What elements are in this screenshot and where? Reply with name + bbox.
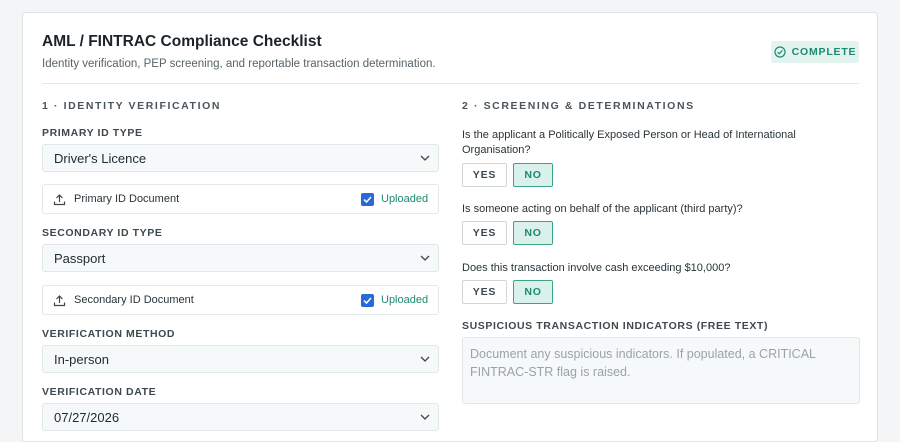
third-party-question: Is someone acting on behalf of the appli… — [462, 203, 743, 215]
secondary-id-label: SECONDARY ID TYPE — [42, 227, 163, 239]
indicators-label: SUSPICIOUS TRANSACTION INDICATORS (FREE … — [462, 320, 769, 332]
pep-yes-button[interactable]: YES — [462, 163, 507, 187]
chevron-down-icon — [420, 155, 430, 161]
status-badge-label: COMPLETE — [791, 46, 857, 58]
secondary-doc-status: Uploaded — [381, 294, 429, 306]
secondary-id-select[interactable]: Passport — [42, 244, 439, 272]
verification-date-select[interactable]: 07/27/2026 — [42, 403, 439, 431]
upload-icon — [53, 295, 66, 307]
cash-question: Does this transaction involve cash excee… — [462, 262, 731, 274]
primary-id-document-upload[interactable]: Primary ID Document Uploaded — [42, 184, 439, 214]
secondary-id-value: Passport — [54, 250, 106, 266]
third-party-toggle: YES NO — [462, 221, 553, 245]
verification-method-label: VERIFICATION METHOD — [42, 328, 176, 340]
primary-id-value: Driver's Licence — [54, 150, 147, 166]
section-title-identity: 1 · IDENTITY VERIFICATION — [42, 100, 222, 112]
page-subtitle: Identity verification, PEP screening, an… — [42, 58, 436, 70]
checkbox-checked-icon[interactable] — [361, 294, 374, 307]
primary-id-label: PRIMARY ID TYPE — [42, 127, 143, 139]
third-party-no-button[interactable]: NO — [513, 221, 553, 245]
cash-yes-button[interactable]: YES — [462, 280, 507, 304]
verification-date-value: 07/27/2026 — [54, 409, 120, 425]
check-circle-icon — [774, 46, 786, 58]
secondary-id-document-upload[interactable]: Secondary ID Document Uploaded — [42, 285, 439, 315]
indicators-textarea[interactable]: Document any suspicious indicators. If p… — [462, 337, 860, 404]
verification-date-label: VERIFICATION DATE — [42, 386, 157, 398]
checkbox-checked-icon[interactable] — [361, 193, 374, 206]
chevron-down-icon — [420, 356, 430, 362]
verification-method-value: In-person — [54, 351, 109, 367]
page-title: AML / FINTRAC Compliance Checklist — [42, 33, 322, 50]
status-badge: COMPLETE — [771, 41, 859, 63]
pep-toggle: YES NO — [462, 163, 553, 187]
secondary-doc-label: Secondary ID Document — [74, 294, 194, 306]
section-title-screening: 2 · SCREENING & DETERMINATIONS — [462, 100, 695, 112]
cash-toggle: YES NO — [462, 280, 553, 304]
pep-no-button[interactable]: NO — [513, 163, 553, 187]
upload-icon — [53, 194, 66, 206]
pep-question: Is the applicant a Politically Exposed P… — [462, 129, 796, 156]
chevron-down-icon — [420, 414, 430, 420]
cash-no-button[interactable]: NO — [513, 280, 553, 304]
third-party-yes-button[interactable]: YES — [462, 221, 507, 245]
header-divider — [42, 83, 859, 84]
compliance-card: AML / FINTRAC Compliance Checklist Ident… — [22, 12, 878, 442]
verification-method-select[interactable]: In-person — [42, 345, 439, 373]
indicators-placeholder: Document any suspicious indicators. If p… — [470, 347, 816, 379]
primary-id-select[interactable]: Driver's Licence — [42, 144, 439, 172]
primary-doc-label: Primary ID Document — [74, 193, 180, 205]
chevron-down-icon — [420, 255, 430, 261]
primary-doc-status: Uploaded — [381, 193, 429, 205]
